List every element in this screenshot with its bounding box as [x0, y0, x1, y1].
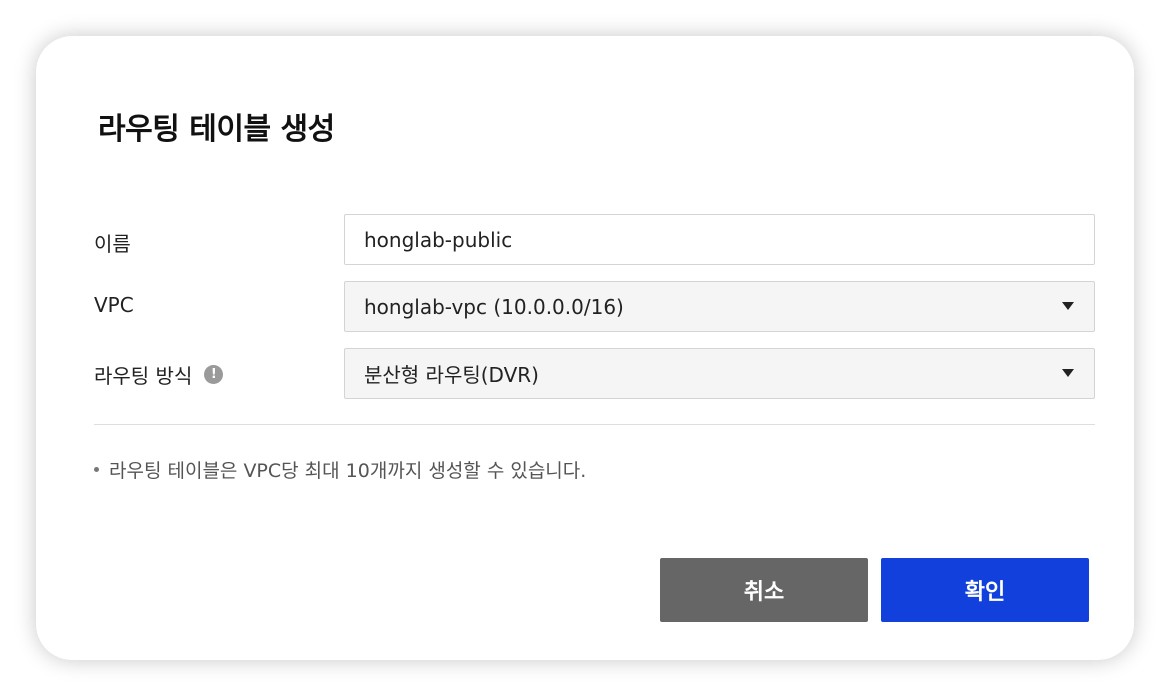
create-routing-table-dialog: 라우팅 테이블 생성 이름 honglab-public VPC honglab…: [36, 36, 1134, 660]
routing-method-label-row: 라우팅 방식 !: [94, 360, 224, 389]
limit-note: 라우팅 테이블은 VPC당 최대 10개까지 생성할 수 있습니다.: [94, 456, 586, 483]
routing-method-label: 라우팅 방식: [94, 364, 193, 388]
cancel-button[interactable]: 취소: [660, 558, 868, 622]
divider: [94, 424, 1095, 425]
exclamation-circle-icon[interactable]: !: [204, 365, 224, 384]
name-input-value: honglab-public: [364, 227, 513, 252]
chevron-down-icon: [1062, 302, 1074, 310]
name-label: 이름: [94, 232, 131, 256]
limit-note-text: 라우팅 테이블은 VPC당 최대 10개까지 생성할 수 있습니다.: [109, 460, 587, 482]
dialog-title: 라우팅 테이블 생성: [98, 112, 335, 147]
name-input[interactable]: honglab-public: [344, 214, 1095, 265]
routing-method-select[interactable]: 분산형 라우팅(DVR): [344, 348, 1095, 399]
confirm-button[interactable]: 확인: [881, 558, 1089, 622]
chevron-down-icon: [1062, 369, 1074, 377]
vpc-select-value: honglab-vpc (10.0.0.0/16): [364, 294, 624, 319]
routing-method-select-value: 분산형 라우팅(DVR): [364, 363, 539, 387]
vpc-label: VPC: [94, 293, 134, 317]
vpc-select[interactable]: honglab-vpc (10.0.0.0/16): [344, 281, 1095, 332]
bullet-icon: [94, 467, 99, 472]
